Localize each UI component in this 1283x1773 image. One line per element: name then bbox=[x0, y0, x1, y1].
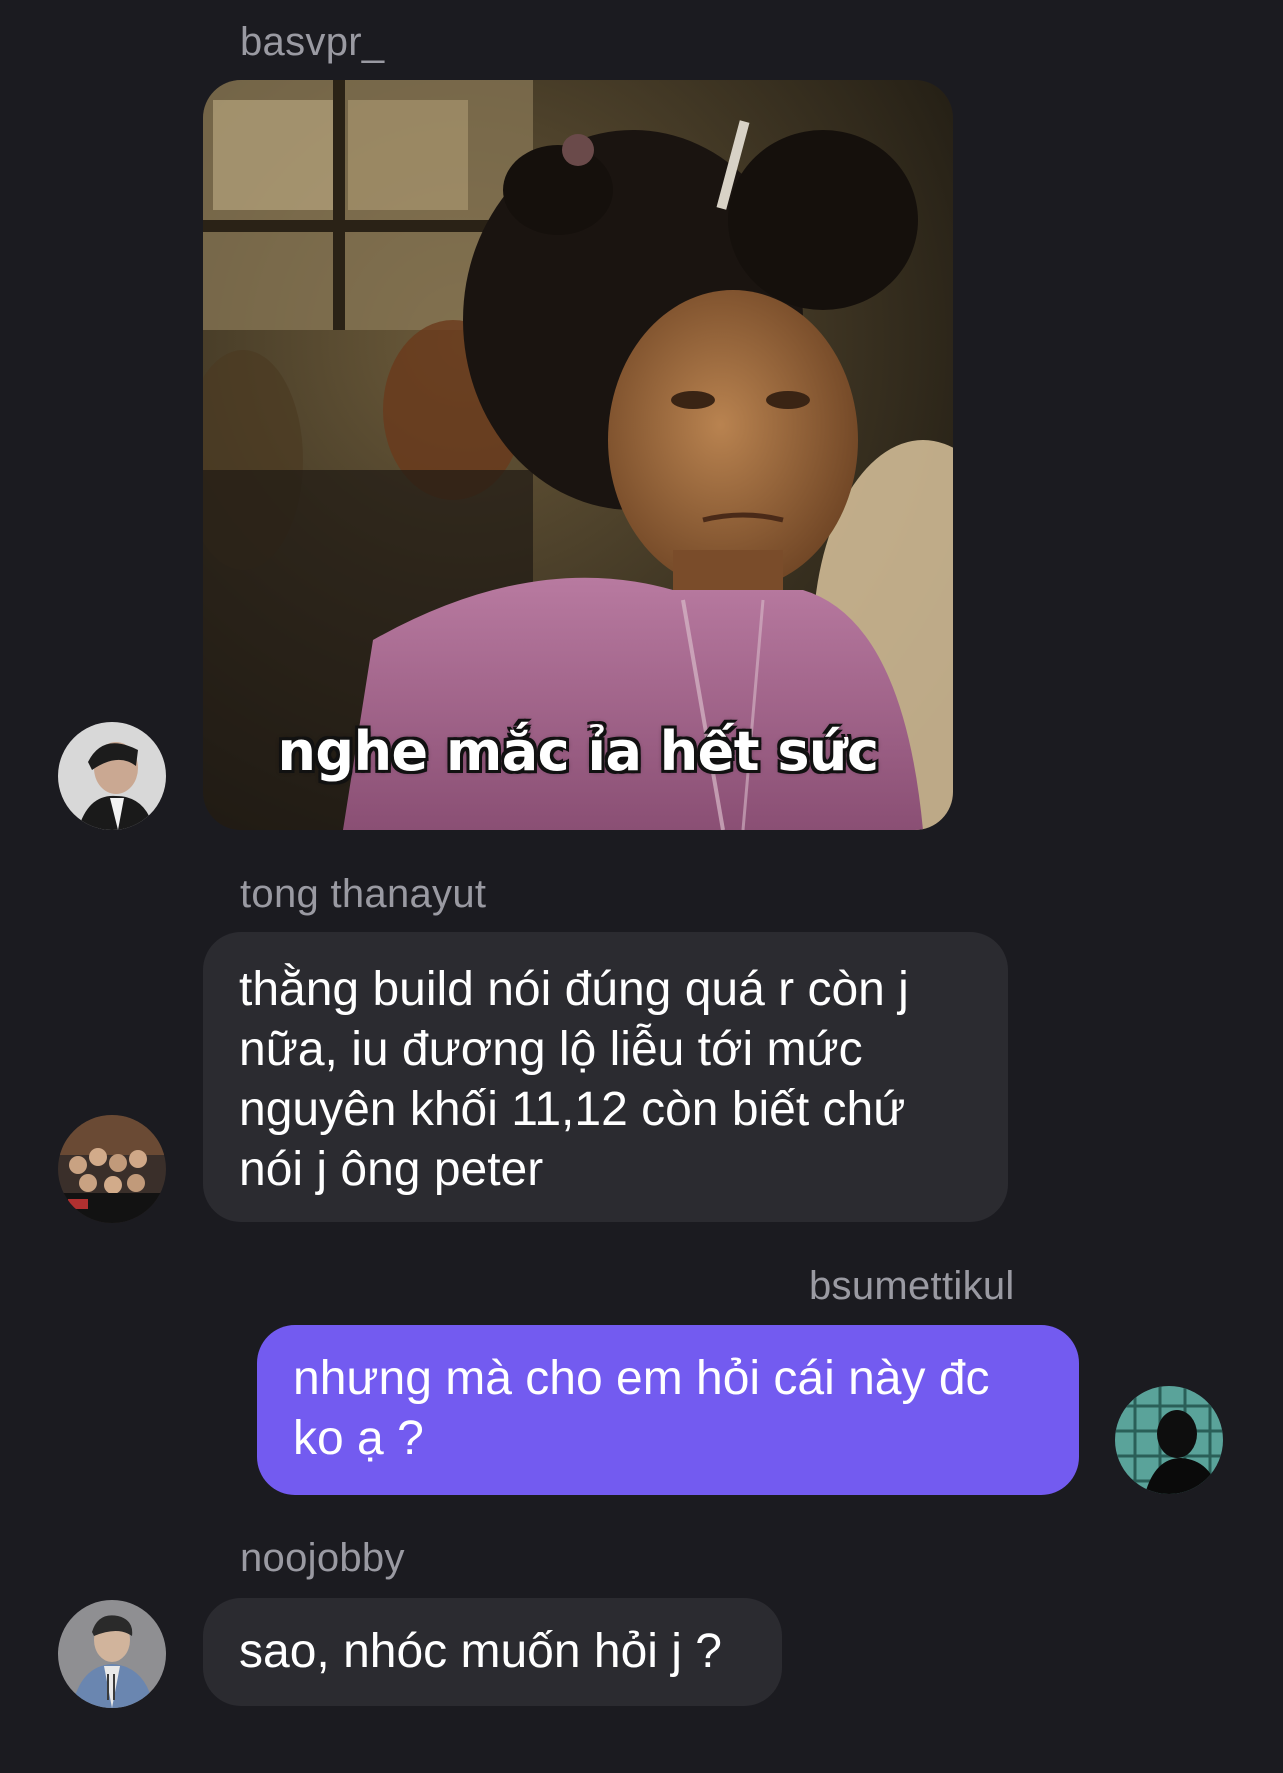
message-text: thằng build nói đúng quá r còn j nữa, iu… bbox=[239, 960, 972, 1200]
message-bubble[interactable]: thằng build nói đúng quá r còn j nữa, iu… bbox=[203, 932, 1008, 1222]
meme-image bbox=[203, 80, 953, 830]
avatar-image bbox=[1115, 1386, 1223, 1494]
message-bubble[interactable]: nhưng mà cho em hỏi cái này đc ko ạ ? bbox=[257, 1325, 1079, 1495]
image-caption: nghe mắc ỉa hết sức bbox=[277, 720, 879, 783]
sender-name: bsumettikul bbox=[809, 1264, 1015, 1308]
avatar-noojobby[interactable] bbox=[58, 1600, 166, 1708]
sender-name: noojobby bbox=[240, 1536, 405, 1580]
message-text: nhưng mà cho em hỏi cái này đc ko ạ ? bbox=[293, 1349, 1043, 1469]
sender-name: basvpr_ bbox=[240, 20, 385, 64]
message-line: thằng build nói đúng quá r còn j bbox=[239, 963, 909, 1016]
avatar-bsumettikul[interactable] bbox=[1115, 1386, 1223, 1494]
sender-name: tong thanayut bbox=[240, 872, 487, 916]
message-line: nữa, iu đương lộ liễu tới mức bbox=[239, 1023, 863, 1076]
message-bubble[interactable]: sao, nhóc muốn hỏi j ? bbox=[203, 1598, 782, 1706]
message-text: sao, nhóc muốn hỏi j ? bbox=[239, 1622, 746, 1682]
message-line: sao, nhóc muốn hỏi j ? bbox=[239, 1625, 722, 1678]
avatar-image bbox=[58, 722, 166, 830]
message-line: nhưng mà cho em hỏi cái này đc bbox=[293, 1352, 990, 1405]
avatar-tong-thanayut[interactable] bbox=[58, 1115, 166, 1223]
message-line: ko ạ ? bbox=[293, 1412, 424, 1465]
avatar-image bbox=[58, 1115, 166, 1223]
avatar-basvpr[interactable] bbox=[58, 722, 166, 830]
message-line: nói j ông peter bbox=[239, 1143, 544, 1196]
image-message[interactable]: nghe mắc ỉa hết sức bbox=[203, 80, 953, 830]
chat-thread: basvpr_ nghe mắc ỉa hết sức tong thanayu… bbox=[0, 0, 1283, 1773]
message-line: nguyên khối 11,12 còn biết chứ bbox=[239, 1083, 906, 1136]
avatar-image bbox=[58, 1600, 166, 1708]
